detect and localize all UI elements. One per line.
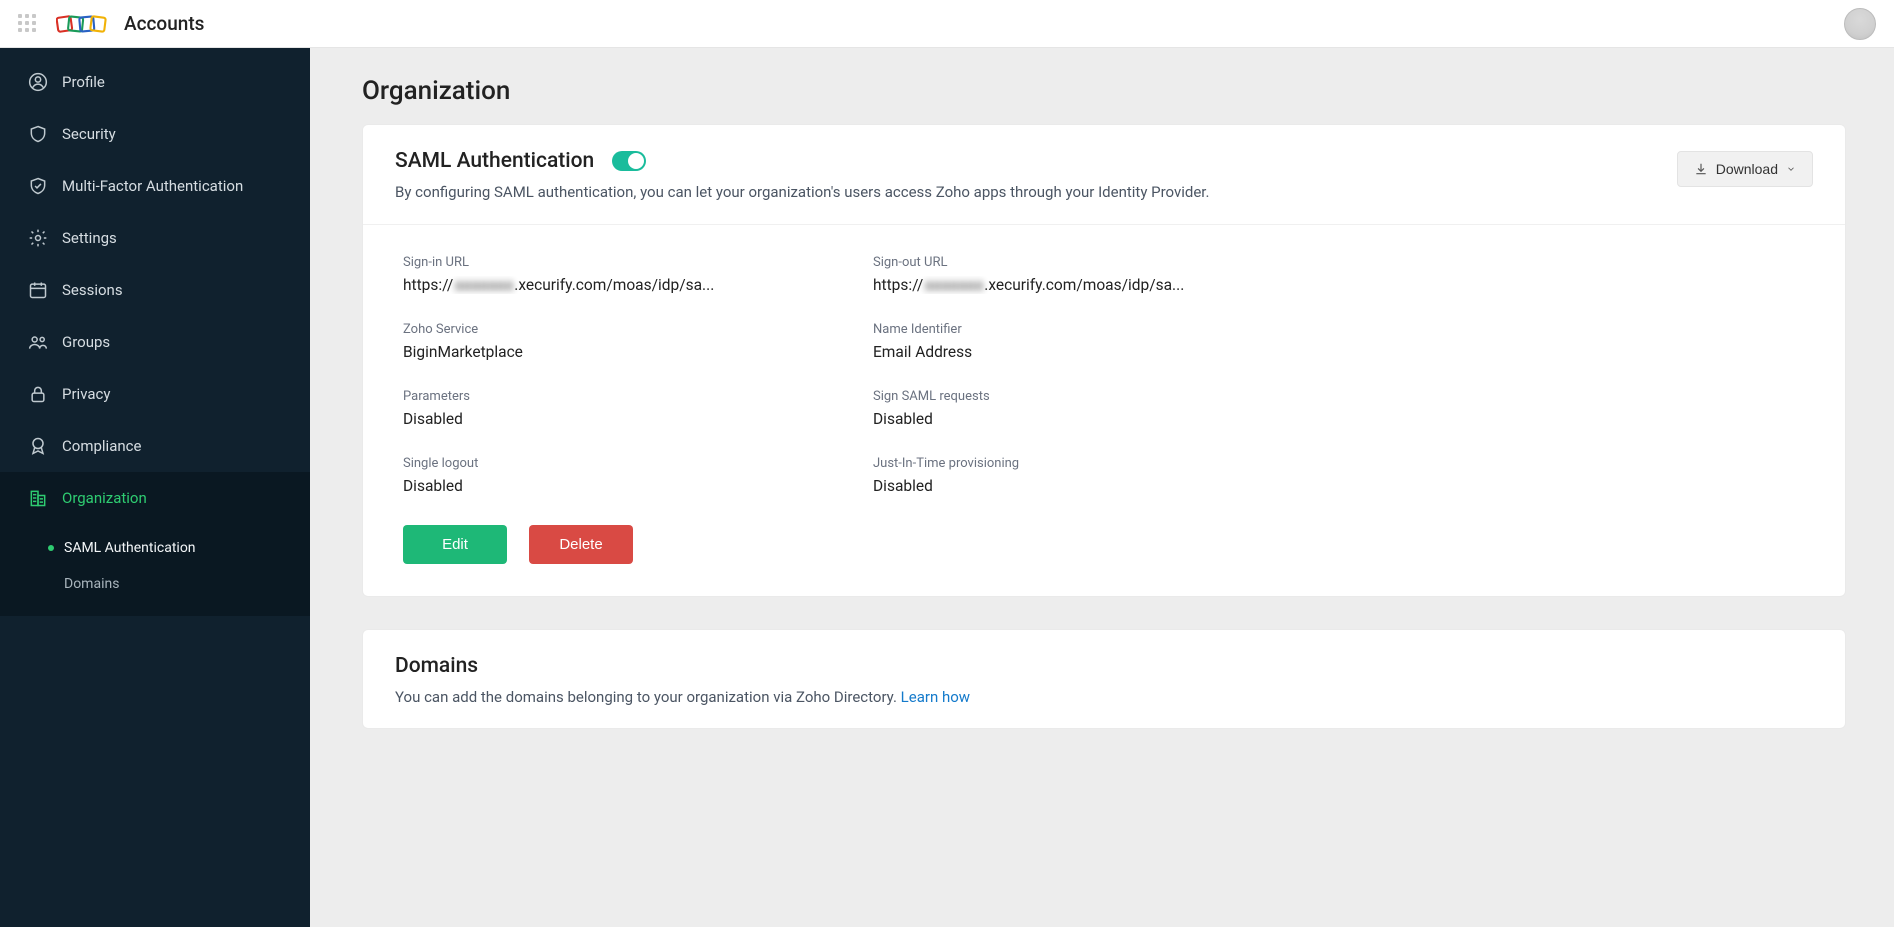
saml-title: SAML Authentication [395, 149, 594, 173]
shield-check-icon [28, 176, 48, 196]
domains-card: Domains You can add the domains belongin… [362, 629, 1846, 730]
saml-card-body: Sign-in URL https:// aaaaaaa .xecurify.c… [363, 225, 1845, 596]
app-name: Accounts [124, 12, 204, 35]
field-jit-provisioning: Just-In-Time provisioning Disabled [873, 456, 1303, 495]
field-label: Single logout [403, 456, 833, 471]
download-icon [1694, 162, 1708, 176]
groups-icon [28, 332, 48, 352]
field-value: https:// aaaaaaa .xecurify.com/moas/idp/… [403, 276, 833, 294]
sidebar-item-label: Multi-Factor Authentication [62, 177, 243, 195]
badge-icon [28, 436, 48, 456]
field-label: Zoho Service [403, 322, 833, 337]
sidebar-item-sessions[interactable]: Sessions [0, 264, 310, 316]
field-value: Disabled [873, 410, 1303, 428]
calendar-icon [28, 280, 48, 300]
field-signin-url: Sign-in URL https:// aaaaaaa .xecurify.c… [403, 255, 833, 294]
field-label: Sign-out URL [873, 255, 1303, 270]
profile-icon [28, 72, 48, 92]
field-sign-requests: Sign SAML requests Disabled [873, 389, 1303, 428]
sidebar-item-settings[interactable]: Settings [0, 212, 310, 264]
field-signout-url: Sign-out URL https:// aaaaaaa .xecurify.… [873, 255, 1303, 294]
sidebar-item-organization[interactable]: Organization [0, 472, 310, 524]
url-blurred: aaaaaaa [453, 276, 514, 294]
sidebar-item-groups[interactable]: Groups [0, 316, 310, 368]
sidebar: Profile Security Multi-Factor Authentica… [0, 48, 310, 927]
domains-title: Domains [395, 654, 478, 678]
lock-icon [28, 384, 48, 404]
url-pre: https:// [403, 276, 453, 294]
url-post: .xecurify.com/moas/idp/sa... [984, 276, 1184, 294]
field-value: Email Address [873, 343, 1303, 361]
organization-icon [28, 488, 48, 508]
field-value: Disabled [403, 410, 833, 428]
page-title: Organization [362, 76, 1846, 106]
field-value: https:// aaaaaaa .xecurify.com/moas/idp/… [873, 276, 1303, 294]
field-value: Disabled [403, 477, 833, 495]
saml-description: By configuring SAML authentication, you … [395, 181, 1677, 204]
sidebar-item-privacy[interactable]: Privacy [0, 368, 310, 420]
domains-description: You can add the domains belonging to you… [395, 686, 1813, 709]
sidebar-item-compliance[interactable]: Compliance [0, 420, 310, 472]
url-post: .xecurify.com/moas/idp/sa... [514, 276, 714, 294]
sidebar-item-label: Organization [62, 489, 147, 507]
domains-desc-text: You can add the domains belonging to you… [395, 688, 901, 706]
subitem-label: SAML Authentication [64, 540, 196, 556]
subitem-domains[interactable]: Domains [0, 566, 310, 602]
field-label: Sign SAML requests [873, 389, 1303, 404]
download-label: Download [1716, 161, 1778, 177]
topbar: Accounts [0, 0, 1894, 48]
field-value: BiginMarketplace [403, 343, 833, 361]
gear-icon [28, 228, 48, 248]
sidebar-item-label: Privacy [62, 385, 110, 403]
edit-button[interactable]: Edit [403, 525, 507, 564]
sidebar-item-label: Groups [62, 333, 110, 351]
chevron-down-icon [1786, 164, 1796, 174]
field-label: Name Identifier [873, 322, 1303, 337]
domains-card-header: Domains You can add the domains belongin… [363, 630, 1845, 729]
saml-toggle[interactable] [612, 151, 646, 171]
sidebar-item-label: Settings [62, 229, 117, 247]
url-pre: https:// [873, 276, 923, 294]
field-value: Disabled [873, 477, 1303, 495]
apps-grid-icon[interactable] [18, 14, 38, 34]
field-label: Sign-in URL [403, 255, 833, 270]
sidebar-item-label: Compliance [62, 437, 141, 455]
sidebar-item-security[interactable]: Security [0, 108, 310, 160]
field-name-identifier: Name Identifier Email Address [873, 322, 1303, 361]
subitem-saml-authentication[interactable]: SAML Authentication [0, 530, 310, 566]
download-button[interactable]: Download [1677, 151, 1813, 187]
zoho-logo-icon [56, 10, 112, 38]
shield-icon [28, 124, 48, 144]
organization-subnav: SAML Authentication Domains [0, 524, 310, 616]
avatar[interactable] [1844, 8, 1876, 40]
url-blurred: aaaaaaa [923, 276, 984, 294]
field-label: Parameters [403, 389, 833, 404]
field-single-logout: Single logout Disabled [403, 456, 833, 495]
saml-card: SAML Authentication By configuring SAML … [362, 124, 1846, 597]
saml-card-header: SAML Authentication By configuring SAML … [363, 125, 1845, 225]
field-zoho-service: Zoho Service BiginMarketplace [403, 322, 833, 361]
field-parameters: Parameters Disabled [403, 389, 833, 428]
subitem-label: Domains [64, 576, 119, 592]
main-content: Organization SAML Authentication By conf… [310, 48, 1894, 927]
sidebar-item-label: Profile [62, 73, 105, 91]
delete-button[interactable]: Delete [529, 525, 633, 564]
sidebar-item-profile[interactable]: Profile [0, 56, 310, 108]
sidebar-item-mfa[interactable]: Multi-Factor Authentication [0, 160, 310, 212]
field-label: Just-In-Time provisioning [873, 456, 1303, 471]
sidebar-item-label: Sessions [62, 281, 123, 299]
learn-how-link[interactable]: Learn how [901, 688, 970, 706]
sidebar-item-label: Security [62, 125, 116, 143]
